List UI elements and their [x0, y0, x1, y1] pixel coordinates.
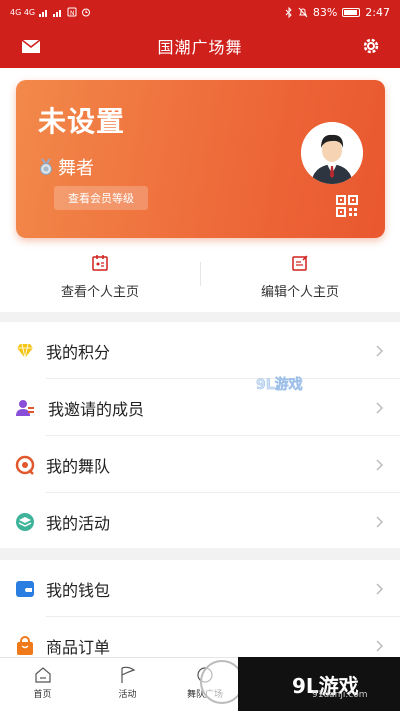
- gear-icon[interactable]: [360, 36, 382, 56]
- menu-item-my-activities[interactable]: 我的活动: [0, 493, 400, 550]
- clock-time: 2:47: [365, 5, 390, 19]
- view-profile-button[interactable]: 查看个人主页: [0, 252, 200, 307]
- status-bar: 4G 4G N 83% 2:47: [0, 0, 400, 24]
- menu-item-points[interactable]: 我的积分: [0, 322, 400, 379]
- tab-home[interactable]: 首页: [0, 658, 85, 711]
- chevron-right-icon: [376, 582, 384, 595]
- watermark-site: 91danji.com: [312, 690, 368, 700]
- user-role: 舞者: [58, 158, 94, 179]
- menu-group-account: 我的积分 我邀请的成员 我的舞队 我的活动: [0, 322, 400, 548]
- menu-label: 我的活动: [46, 513, 111, 533]
- username: 未设置: [38, 105, 126, 138]
- signal-text: 4G 4G: [10, 7, 36, 17]
- alarm-icon: [82, 8, 91, 17]
- edit-profile-label: 编辑个人主页: [260, 285, 339, 300]
- page-title: 国潮广场舞: [157, 38, 243, 57]
- tab-activities[interactable]: 活动: [85, 658, 170, 711]
- chevron-right-icon: [376, 344, 384, 357]
- shopping-bag-icon: [17, 635, 33, 655]
- users-icon: [16, 399, 34, 416]
- watermark-corner: 9L游戏: [238, 657, 400, 711]
- battery-icon: [342, 7, 361, 17]
- mail-icon[interactable]: [20, 36, 42, 56]
- profile-card[interactable]: 未设置 舞者 查看会员等级: [16, 80, 385, 238]
- tab-label: 活动: [118, 690, 137, 700]
- battery-percent: 83%: [312, 5, 338, 19]
- watermark-logo-text: 9L游戏: [256, 376, 303, 392]
- mute-icon: [298, 7, 308, 17]
- status-right: 83% 2:47: [285, 6, 390, 19]
- menu-label: 我的舞队: [46, 456, 111, 476]
- signal-icon-2: [53, 9, 62, 17]
- menu-label: 我的钱包: [46, 580, 111, 600]
- tab-label: 首页: [33, 690, 52, 700]
- nfc-icon: N: [67, 7, 77, 17]
- home-icon: [34, 667, 51, 683]
- avatar[interactable]: [301, 122, 363, 184]
- qr-code-icon[interactable]: [336, 195, 358, 217]
- chevron-right-icon: [376, 458, 384, 471]
- view-member-level-button[interactable]: 查看会员等级: [54, 186, 148, 210]
- menu-label: 我邀请的成员: [48, 399, 145, 419]
- signal-icon: [39, 9, 48, 17]
- menu-label: 我的积分: [46, 342, 111, 362]
- menu-item-my-team[interactable]: 我的舞队: [0, 436, 400, 493]
- bluetooth-icon: [285, 6, 292, 18]
- chevron-right-icon: [376, 401, 384, 414]
- diamond-icon: [17, 343, 33, 358]
- medal-icon: [40, 158, 52, 175]
- chevron-right-icon: [376, 515, 384, 528]
- menu-label: 商品订单: [46, 637, 111, 657]
- menu-group-commerce: 我的钱包 商品订单: [0, 560, 400, 670]
- calendar-profile-icon: [92, 255, 108, 271]
- edit-icon: [292, 255, 308, 271]
- svg-text:N: N: [70, 10, 75, 17]
- wallet-icon: [16, 580, 34, 597]
- watermark-logo: 9L游戏: [256, 376, 303, 392]
- status-left: 4G 4G N: [10, 7, 91, 17]
- menu-item-wallet[interactable]: 我的钱包: [0, 560, 400, 617]
- layers-icon: [16, 512, 34, 531]
- chevron-right-icon: [376, 639, 384, 652]
- edit-profile-button[interactable]: 编辑个人主页: [200, 252, 400, 307]
- view-profile-label: 查看个人主页: [60, 285, 139, 300]
- flag-icon: [120, 666, 135, 683]
- team-icon: [15, 455, 35, 475]
- app-header: 国潮广场舞: [0, 24, 400, 68]
